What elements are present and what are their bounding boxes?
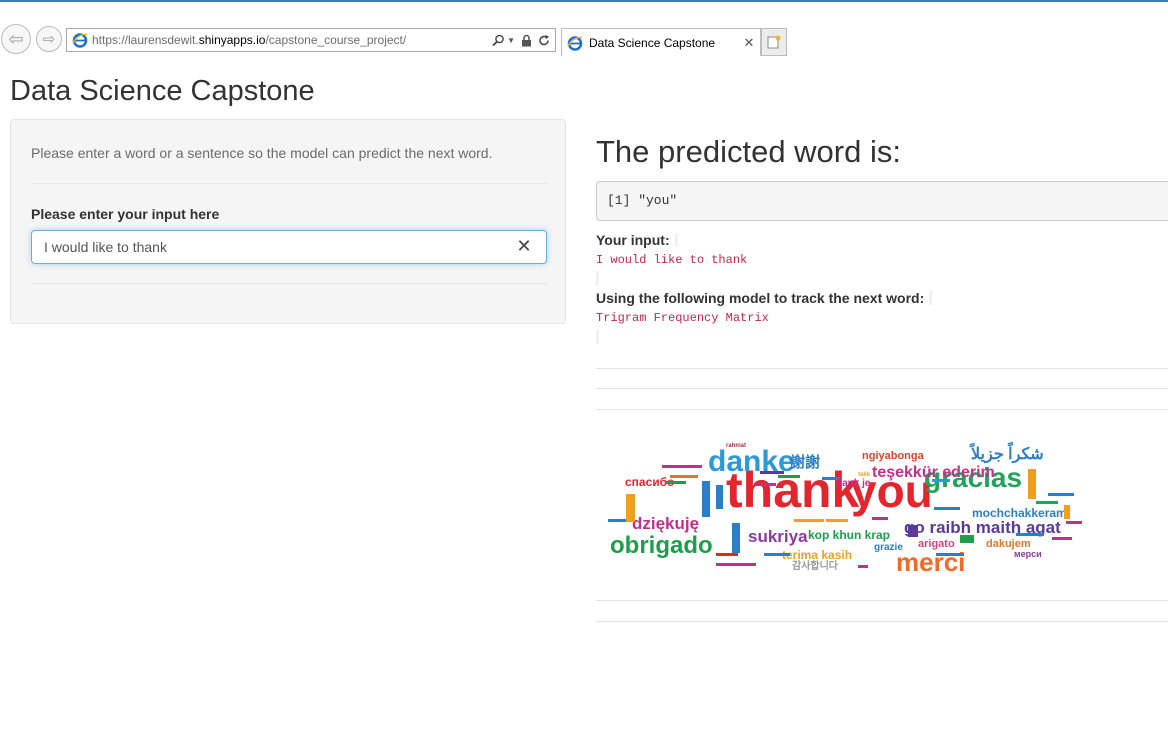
new-tab-button[interactable]: [761, 28, 787, 56]
wordcloud-word: teşekkür ederim: [872, 464, 995, 481]
forward-button[interactable]: ⇨: [36, 26, 62, 52]
wordcloud-word: takk: [858, 472, 871, 478]
thank-you-wordcloud-image: thank you danke gracias merci obrigado t…: [608, 441, 1082, 577]
tab-data-science-capstone[interactable]: Data Science Capstone ✕: [561, 28, 761, 56]
output-marker: [675, 233, 678, 247]
input-echo: I would like to thank: [596, 253, 748, 267]
your-input-label: Your input:: [596, 232, 670, 248]
url-text[interactable]: https://laurensdewit.shinyapps.io/capsto…: [92, 33, 492, 47]
wordcloud-word: mochchakkeram: [972, 506, 1067, 520]
ie-icon: [72, 33, 88, 48]
wordcloud-vertical-word: [1064, 505, 1070, 519]
prediction-heading: The predicted word is:: [596, 134, 901, 169]
search-icon[interactable]: [492, 34, 505, 47]
wordcloud-vertical-word: [1028, 469, 1036, 499]
divider: [596, 368, 1168, 369]
new-tab-icon: [767, 35, 781, 49]
wordcloud-word: 감사합니다: [792, 559, 839, 572]
wordcloud-word: sukriya: [748, 527, 808, 546]
wordcloud-word: arigato: [918, 538, 955, 550]
wordcloud-vertical-word: [626, 494, 635, 522]
model-name: Trigram Frequency Matrix: [596, 311, 769, 325]
refresh-icon[interactable]: [538, 34, 550, 47]
wordcloud-word: ngiyabonga: [862, 450, 925, 462]
output-marker: [596, 271, 599, 285]
wordcloud-word: grazie: [874, 542, 903, 553]
wordcloud-word: merci: [896, 547, 965, 577]
wordcloud-word: kop khun krap: [808, 528, 890, 542]
divider: [596, 409, 1168, 410]
close-tab-icon[interactable]: ✕: [741, 35, 757, 51]
text-input[interactable]: [31, 230, 547, 264]
prediction-output: [1] "you": [596, 181, 1168, 221]
output-marker: [596, 330, 599, 344]
input-label: Please enter your input here: [31, 206, 220, 222]
wordcloud-vertical-word: [716, 485, 723, 509]
wordcloud-word: rahmat: [726, 443, 746, 449]
wordcloud-word: 謝謝: [790, 453, 820, 471]
wordcloud-word: شكراً جزيلاً: [969, 441, 1044, 464]
divider: [31, 183, 547, 184]
wordcloud-vertical-word: [702, 481, 710, 517]
wordcloud-word: мерси: [1014, 549, 1042, 559]
page-title: Data Science Capstone: [10, 75, 315, 107]
divider: [596, 388, 1168, 389]
instructions-text: Please enter a word or a sentence so the…: [31, 145, 493, 161]
wordcloud-vertical-word: [960, 535, 974, 543]
main-panel: The predicted word is: [1] "you" Your in…: [596, 119, 1168, 749]
dropdown-arrow-icon[interactable]: ▼: [507, 36, 515, 45]
wordcloud-word: obrigado: [610, 532, 713, 559]
divider: [31, 283, 547, 284]
wordcloud-word: dank je: [836, 478, 871, 489]
address-bar[interactable]: https://laurensdewit.shinyapps.io/capsto…: [66, 28, 556, 52]
lock-icon[interactable]: [521, 34, 532, 47]
wordcloud-word: terima kasih: [782, 548, 852, 562]
wordcloud-vertical-word: [732, 523, 740, 553]
tab-title: Data Science Capstone: [589, 35, 716, 50]
wordcloud-word: dziękuję: [632, 514, 699, 533]
back-arrow-icon: ⇦: [8, 28, 24, 49]
browser-chrome: ⇦ ⇨ https://laurensdewit.shinyapps.io/ca…: [0, 2, 1168, 62]
output-marker: [929, 291, 932, 305]
sidebar-panel: Please enter a word or a sentence so the…: [10, 119, 566, 324]
divider: [596, 621, 1168, 622]
forward-arrow-icon: ⇨: [42, 31, 56, 48]
model-label: Using the following model to track the n…: [596, 290, 925, 306]
wordcloud-vertical-word: [908, 525, 918, 537]
back-button[interactable]: ⇦: [1, 24, 31, 54]
clear-input-icon[interactable]: ✕: [514, 236, 534, 256]
tab-ie-icon: [567, 35, 583, 51]
divider: [596, 600, 1168, 601]
